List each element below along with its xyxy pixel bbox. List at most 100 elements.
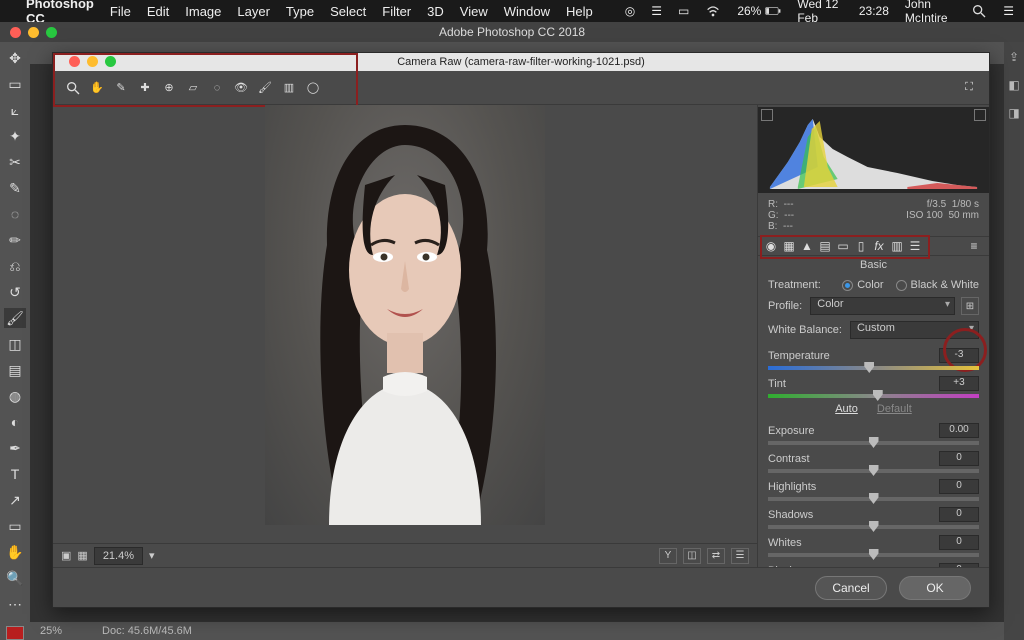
menu-window[interactable]: Window [504,4,550,19]
radial-filter-tool-icon[interactable]: ◯ [301,77,325,99]
menu-help[interactable]: Help [566,4,593,19]
treatment-color-radio[interactable]: Color [842,279,883,291]
contrast-slider[interactable]: Contrast0 [768,445,979,473]
panel-menu-icon[interactable]: ≡ [965,237,983,255]
targeted-adjustment-tool-icon[interactable]: ⊕ [157,77,181,99]
temperature-value[interactable]: -3 [939,348,979,363]
tab-calibration-icon[interactable]: ▥ [888,237,906,255]
tab-presets-icon[interactable]: ☰ [906,237,924,255]
whites-value[interactable]: 0 [939,535,979,550]
auto-link[interactable]: Auto [835,403,858,415]
adjustment-brush-tool-icon[interactable]: 🖌 [253,77,277,99]
profile-browser-icon[interactable]: ⊞ [961,297,979,315]
eyedropper-tool-icon[interactable]: ✎ [4,178,26,198]
panel-icon[interactable]: ◨ [1008,106,1019,120]
move-tool-icon[interactable]: ✥ [4,48,26,68]
dodge-tool-icon[interactable]: ◐ [4,412,26,432]
highlights-value[interactable]: 0 [939,479,979,494]
contrast-value[interactable]: 0 [939,451,979,466]
menu-file[interactable]: File [110,4,131,19]
red-eye-tool-icon[interactable]: 👁 [229,77,253,99]
menuextra-icon[interactable]: ◎ [625,4,635,18]
menu-type[interactable]: Type [286,4,314,19]
menu-image[interactable]: Image [185,4,221,19]
eraser-tool-icon[interactable]: ◫ [4,334,26,354]
tab-split-toning-icon[interactable]: ▭ [834,237,852,255]
edit-toolbar-icon[interactable]: ⋯ [4,594,26,614]
zoom-level[interactable]: 21.4% [94,547,143,565]
lasso-tool-icon[interactable]: ⟀ [4,100,26,120]
zoom-dropdown-icon[interactable]: ▾ [149,549,155,562]
menu-view[interactable]: View [460,4,488,19]
type-tool-icon[interactable]: T [4,464,26,484]
pen-tool-icon[interactable]: ✒ [4,438,26,458]
profile-select[interactable]: Color [810,297,955,315]
path-selection-tool-icon[interactable]: ↗ [4,490,26,510]
menu-layer[interactable]: Layer [237,4,270,19]
shadows-value[interactable]: 0 [939,507,979,522]
zoom-tool-icon[interactable]: 🔍 [4,568,26,588]
healing-brush-tool-icon[interactable]: ◌ [4,204,26,224]
exposure-slider[interactable]: Exposure0.00 [768,417,979,445]
color-sampler-tool-icon[interactable]: ✚ [133,77,157,99]
fullscreen-toggle-icon[interactable]: ⛶ [957,77,981,99]
tab-curve-icon[interactable]: ▦ [780,237,798,255]
crop-tool-icon[interactable]: ✂ [4,152,26,172]
menu-edit[interactable]: Edit [147,4,169,19]
gradient-tool-icon[interactable]: ▤ [4,360,26,380]
preview-image[interactable] [265,105,545,525]
blur-tool-icon[interactable]: ◍ [4,386,26,406]
dialog-window-controls[interactable] [59,56,116,67]
tab-lens-icon[interactable]: ▯ [852,237,870,255]
zoom-tool-icon[interactable] [61,77,85,99]
brush-tool-icon[interactable]: 🖌 [4,308,26,328]
hand-tool-icon[interactable]: ✋ [4,542,26,562]
tab-hsl-icon[interactable]: ▤ [816,237,834,255]
foreground-color-swatch[interactable] [6,626,24,640]
tint-slider[interactable]: Tint+3 [768,370,979,398]
wb-select[interactable]: Custom [850,321,979,339]
histogram[interactable] [758,107,989,193]
preview-settings-icon[interactable]: ☰ [731,548,749,564]
menubar-time[interactable]: 23:28 [859,4,889,18]
history-brush-tool-icon[interactable]: ↺ [4,282,26,302]
ok-button[interactable]: OK [899,576,971,600]
ps-zoom-level[interactable]: 25% [40,625,62,637]
hand-tool-icon[interactable]: ✋ [85,77,109,99]
temperature-slider[interactable]: Temperature-3 [768,342,979,370]
tab-basic-icon[interactable]: ◉ [762,237,780,255]
default-link[interactable]: Default [877,403,912,415]
transform-tool-icon[interactable]: ▱ [181,77,205,99]
menu-select[interactable]: Select [330,4,366,19]
shape-tool-icon[interactable]: ▭ [4,516,26,536]
treatment-bw-radio[interactable]: Black & White [896,279,979,291]
spot-removal-tool-icon[interactable]: ◌ [205,77,229,99]
cancel-button[interactable]: Cancel [815,576,887,600]
pencil-tool-icon[interactable]: ✏ [4,230,26,250]
before-after-split-icon[interactable]: ◫ [683,548,701,564]
battery-indicator[interactable]: 26% [737,3,781,19]
panel-icon[interactable]: ◧ [1008,78,1019,92]
before-after-swap-icon[interactable]: ⇄ [707,548,725,564]
clone-stamp-tool-icon[interactable]: ⎌ [4,256,26,276]
before-after-y-icon[interactable]: Y [659,548,677,564]
graduated-filter-tool-icon[interactable]: ▥ [277,77,301,99]
white-balance-tool-icon[interactable]: ✎ [109,77,133,99]
magic-wand-tool-icon[interactable]: ✦ [4,126,26,146]
airplay-icon[interactable]: ▭ [678,4,689,18]
spotlight-icon[interactable] [971,3,987,19]
notification-center-icon[interactable]: ☰ [1003,4,1014,18]
share-icon[interactable]: ⇪ [1009,50,1019,64]
whites-slider[interactable]: Whites0 [768,529,979,557]
highlight-clip-warning-icon[interactable] [974,109,986,121]
shadows-slider[interactable]: Shadows0 [768,501,979,529]
menu-filter[interactable]: Filter [382,4,411,19]
shadow-clip-warning-icon[interactable] [761,109,773,121]
fill-icon[interactable]: ▦ [77,549,87,562]
tab-detail-icon[interactable]: ▲ [798,237,816,255]
menu-3d[interactable]: 3D [427,4,444,19]
highlights-slider[interactable]: Highlights0 [768,473,979,501]
menuextra-icon[interactable]: ☰ [651,4,662,18]
wifi-icon[interactable] [705,3,721,19]
fit-icon[interactable]: ▣ [61,549,71,562]
